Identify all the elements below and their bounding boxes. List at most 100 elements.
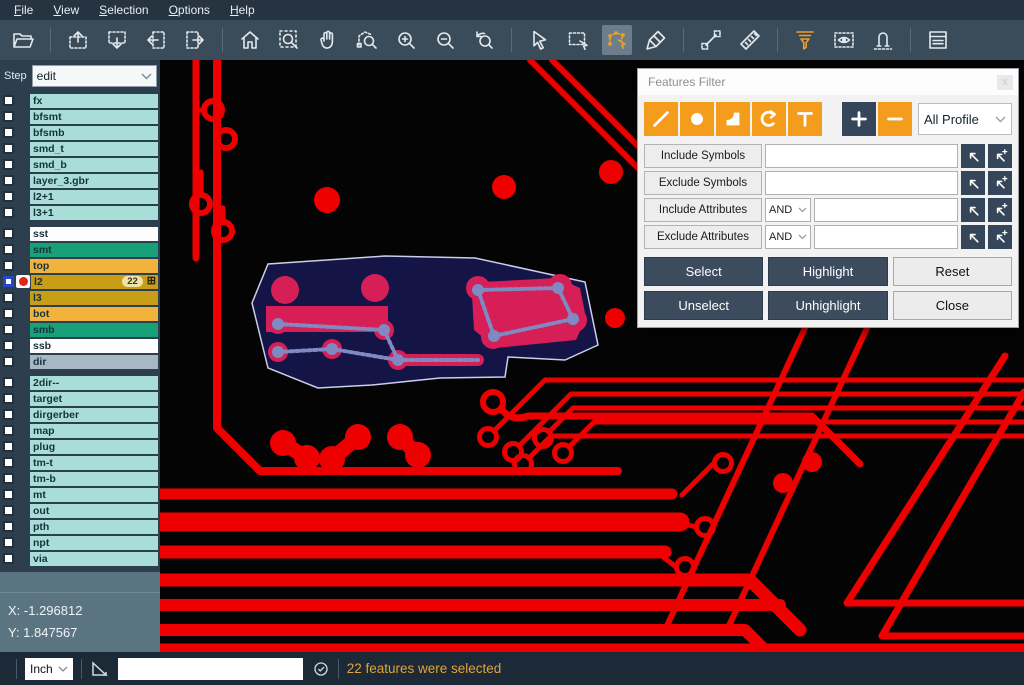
highlight-button[interactable]: Highlight [768, 257, 887, 286]
zoom-polygon-icon[interactable] [352, 25, 382, 55]
layer-label[interactable]: l222⊞ [31, 275, 158, 289]
measure-ruler-icon[interactable] [735, 25, 765, 55]
layer-checkbox[interactable] [3, 537, 14, 548]
exclude-symbols-pick-icon[interactable] [961, 171, 985, 195]
refresh-icon[interactable] [312, 660, 330, 678]
layer-checkbox[interactable] [3, 260, 14, 271]
layer-label[interactable]: l2+1 [30, 190, 158, 204]
layer-label[interactable]: via [30, 552, 158, 566]
include-symbols-input[interactable] [765, 144, 958, 168]
exclude-attributes-button[interactable]: Exclude Attributes [644, 225, 762, 249]
layer-checkbox[interactable] [3, 393, 14, 404]
layer-row-2dir--[interactable]: 2dir-- [0, 375, 160, 390]
close-icon[interactable]: x [997, 75, 1013, 90]
menu-view[interactable]: View [43, 1, 89, 19]
layer-row-smd_b[interactable]: smd_b [0, 157, 160, 172]
layer-label[interactable]: tm-b [30, 472, 158, 486]
zoom-area-icon[interactable] [274, 25, 304, 55]
layer-row-layer_3.gbr[interactable]: layer_3.gbr [0, 173, 160, 188]
layer-label[interactable]: 2dir-- [30, 376, 158, 390]
layer-label[interactable]: bfsmb [30, 126, 158, 140]
layer-row-out[interactable]: out [0, 503, 160, 518]
layer-row-top[interactable]: top [0, 258, 160, 273]
move-right-icon[interactable] [180, 25, 210, 55]
layer-checkbox[interactable] [3, 457, 14, 468]
home-icon[interactable] [235, 25, 265, 55]
layer-label[interactable]: map [30, 424, 158, 438]
layer-label[interactable]: sst [30, 227, 158, 241]
zoom-in-icon[interactable] [391, 25, 421, 55]
display-options-icon[interactable] [829, 25, 859, 55]
layer-label[interactable]: npt [30, 536, 158, 550]
layer-checkbox[interactable] [3, 324, 14, 335]
layer-row-l2[interactable]: l222⊞ [0, 274, 160, 289]
layer-checkbox[interactable] [3, 553, 14, 564]
layer-row-dir[interactable]: dir [0, 354, 160, 369]
feature-type-line-icon[interactable] [644, 102, 678, 136]
layer-checkbox[interactable] [3, 377, 14, 388]
layer-row-l2+1[interactable]: l2+1 [0, 189, 160, 204]
layer-label[interactable]: bfsmt [30, 110, 158, 124]
layer-checkbox[interactable] [3, 191, 14, 202]
layer-row-plug[interactable]: plug [0, 439, 160, 454]
layer-label[interactable]: target [30, 392, 158, 406]
layer-row-tm-b[interactable]: tm-b [0, 471, 160, 486]
layer-label[interactable]: smd_t [30, 142, 158, 156]
layer-label[interactable]: plug [30, 440, 158, 454]
layer-checkbox[interactable] [3, 489, 14, 500]
select-button[interactable]: Select [644, 257, 763, 286]
layer-checkbox[interactable] [3, 473, 14, 484]
layer-label[interactable]: dirgerber [30, 408, 158, 422]
include-attributes-operator-select[interactable]: AND [765, 198, 811, 222]
exclude-attributes-input[interactable] [814, 225, 958, 249]
exclude-attributes-pick-add-icon[interactable] [988, 225, 1012, 249]
layer-label[interactable]: l3+1 [30, 206, 158, 220]
include-symbols-pick-add-icon[interactable] [988, 144, 1012, 168]
layer-row-pth[interactable]: pth [0, 519, 160, 534]
layer-row-map[interactable]: map [0, 423, 160, 438]
layer-label[interactable]: l3 [30, 291, 158, 305]
menu-options[interactable]: Options [159, 1, 220, 19]
layer-label[interactable]: smd_b [30, 158, 158, 172]
layer-row-dirgerber[interactable]: dirgerber [0, 407, 160, 422]
layer-label[interactable]: top [30, 259, 158, 273]
select-rect-icon[interactable] [563, 25, 593, 55]
layer-checkbox[interactable] [3, 207, 14, 218]
close-button[interactable]: Close [893, 291, 1012, 320]
feature-type-surface-icon[interactable] [716, 102, 750, 136]
include-symbols-button[interactable]: Include Symbols [644, 144, 762, 168]
layer-row-bot[interactable]: bot [0, 306, 160, 321]
layer-checkbox[interactable] [3, 244, 14, 255]
layer-checkbox[interactable] [3, 356, 14, 367]
layer-checkbox[interactable] [3, 505, 14, 516]
layer-row-bfsmt[interactable]: bfsmt [0, 109, 160, 124]
snap-angle-icon[interactable] [90, 659, 110, 679]
layer-checkbox[interactable] [3, 95, 14, 106]
feature-type-pad-icon[interactable] [680, 102, 714, 136]
layer-row-l3[interactable]: l3 [0, 290, 160, 305]
layer-checkbox[interactable] [3, 521, 14, 532]
layer-checkbox[interactable] [3, 111, 14, 122]
layer-checkbox[interactable] [3, 441, 14, 452]
dialog-title-bar[interactable]: Features Filter x [638, 69, 1018, 95]
features-filter-icon[interactable] [790, 25, 820, 55]
zoom-out-icon[interactable] [430, 25, 460, 55]
layer-checkbox[interactable] [3, 425, 14, 436]
layer-row-mt[interactable]: mt [0, 487, 160, 502]
exclude-symbols-button[interactable]: Exclude Symbols [644, 171, 762, 195]
layer-row-smb[interactable]: smb [0, 322, 160, 337]
layer-row-target[interactable]: target [0, 391, 160, 406]
unselect-button[interactable]: Unselect [644, 291, 763, 320]
profile-select[interactable]: All Profile [918, 103, 1012, 135]
layer-row-npt[interactable]: npt [0, 535, 160, 550]
layer-label[interactable]: smt [30, 243, 158, 257]
layer-label[interactable]: tm-t [30, 456, 158, 470]
remove-filter-icon[interactable] [878, 102, 912, 136]
menu-help[interactable]: Help [220, 1, 265, 19]
layer-label[interactable]: pth [30, 520, 158, 534]
exclude-attributes-operator-select[interactable]: AND [765, 225, 811, 249]
layer-label[interactable]: dir [30, 355, 158, 369]
layer-label[interactable]: mt [30, 488, 158, 502]
open-icon[interactable] [8, 25, 38, 55]
move-left-icon[interactable] [141, 25, 171, 55]
